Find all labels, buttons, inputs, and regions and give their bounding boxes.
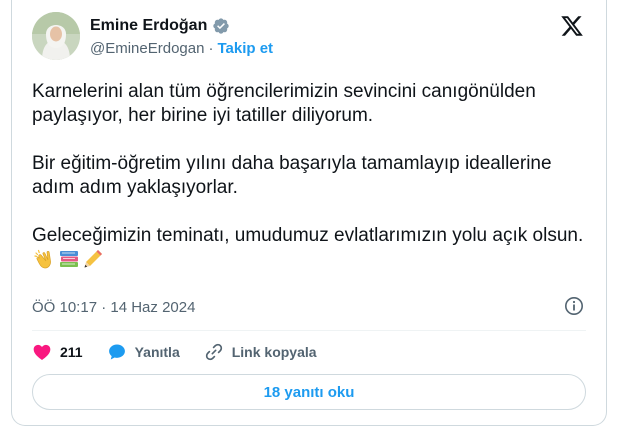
tweet-timestamp[interactable]: ÖÖ 10:17 · 14 Haz 2024 [32,299,195,316]
action-bar: 211 Yanıtla Link kopyala [32,340,341,364]
avatar-photo [32,12,80,60]
author-handle[interactable]: @EmineErdogan [90,40,204,57]
tweet-card: Emine Erdoğan @EmineErdogan · Takip et K [11,0,607,426]
author-display-name[interactable]: Emine Erdoğan [90,17,207,35]
handle-row: @EmineErdogan · Takip et [90,40,273,57]
tweet-paragraph-2: Bir eğitim-öğretim yılını daha başarıyla… [32,153,552,198]
read-replies-label: 18 yanıtı oku [263,383,355,401]
heart-icon [32,342,52,362]
name-row: Emine Erdoğan [90,16,273,36]
tweet-paragraph-1: Karnelerini alan tüm öğrencilerimizin se… [32,81,536,126]
author-info: Emine Erdoğan @EmineErdogan · Takip et [90,16,273,57]
tweet-header: Emine Erdoğan @EmineErdogan · Takip et [32,10,586,68]
info-icon[interactable] [564,296,584,316]
reply-label: Yanıtla [134,344,180,360]
separator-dot: · [208,40,214,57]
verified-badge-icon [212,17,230,35]
follow-button[interactable]: Takip et [217,40,273,57]
clapping-hands-icon [34,248,56,270]
copy-link-button[interactable]: Link kopyala [204,342,317,362]
tweet-meta: ÖÖ 10:17 · 14 Haz 2024 [32,296,586,318]
tweet-text: Karnelerini alan tüm öğrencilerimizin se… [32,80,592,273]
like-button[interactable]: 211 [32,342,83,362]
like-count: 211 [60,344,83,360]
divider [32,330,586,331]
books-icon [58,248,80,270]
reply-bubble-icon [107,342,127,362]
avatar[interactable] [32,12,80,60]
tweet-paragraph-3-text: Geleceğimizin teminatı, umudumuz evlatla… [32,225,584,246]
reply-button[interactable]: Yanıtla [107,342,180,362]
pencil-icon [82,248,104,270]
copy-link-label: Link kopyala [231,344,317,360]
read-replies-button[interactable]: 18 yanıtı oku [32,374,586,410]
tweet-paragraph-3: Geleceğimizin teminatı, umudumuz evlatla… [32,224,592,273]
link-icon [204,342,224,362]
x-logo-icon[interactable] [560,14,584,38]
